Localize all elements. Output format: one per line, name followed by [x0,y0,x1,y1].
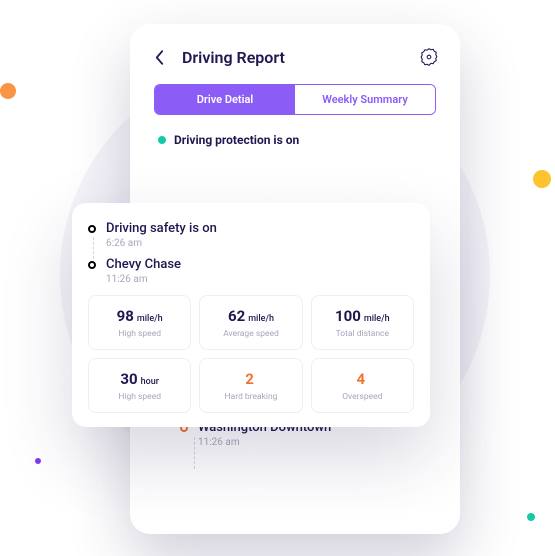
overlay-connector [93,237,94,259]
trip-body: Driving safety is on 6:26 am [106,221,217,249]
metric-label: Hard breaking [206,392,295,402]
metric-hard-breaking: 2 Hard breaking [199,358,302,413]
timeline-connector [194,437,195,469]
metric-overspeed: 4 Overspeed [311,358,414,413]
metric-value: 4 [357,370,366,388]
trip-item[interactable]: Driving safety is on 6:26 am [88,221,414,249]
metric-value: 98 [117,307,134,325]
metric-unit: mile/h [137,314,163,324]
metric-label: Average speed [206,329,295,339]
metric-total-distance: 100mile/h Total distance [311,295,414,350]
decor-dot-orange [0,83,16,99]
trip-name: Chevy Chase [106,257,181,272]
tab-bar: Drive Detial Weekly Summary [154,84,436,115]
metric-label: Overspeed [318,392,407,402]
marker-icon [88,225,96,233]
marker-icon [88,261,96,269]
tab-weekly-summary[interactable]: Weekly Summary [295,85,435,114]
metric-value: 2 [245,370,254,388]
trip-detail-card: Driving safety is on 6:26 am Chevy Chase… [72,203,430,427]
decor-dot-teal [527,513,535,521]
metric-value: 62 [228,307,245,325]
metrics-grid: 98mile/h High speed 62mile/h Average spe… [88,295,414,413]
trip-body: Chevy Chase 11:26 am [106,257,181,285]
protection-label: Driving protection is on [174,133,299,147]
metric-label: High speed [95,329,184,339]
metric-duration: 30 hour High speed [88,358,191,413]
chevron-left-icon [155,50,164,65]
metric-unit: hour [141,377,159,387]
settings-button[interactable] [418,46,440,68]
metric-average-speed: 62mile/h Average speed [199,295,302,350]
metric-unit: mile/h [248,314,274,324]
trip-time: 6:26 am [106,238,217,249]
trip-time: 11:26 am [106,274,181,285]
metric-value: 100 [335,307,361,325]
metric-unit: mile/h [364,314,390,324]
metric-value: 30 [120,370,137,388]
decor-dot-purple [35,458,41,464]
decor-dot-yellow [533,170,551,188]
app-header: Driving Report [150,46,440,68]
timeline-time: 11:26 am [198,437,331,448]
tab-drive-detail[interactable]: Drive Detial [155,85,295,114]
page-title: Driving Report [182,48,404,67]
protection-status: Driving protection is on [158,133,432,147]
metric-label: Total distance [318,329,407,339]
metric-high-speed: 98mile/h High speed [88,295,191,350]
trip-item[interactable]: Chevy Chase 11:26 am [88,257,414,285]
metric-label: High speed [95,392,184,402]
status-dot-icon [158,136,166,144]
trip-name: Driving safety is on [106,221,217,236]
back-button[interactable] [150,48,168,66]
gear-icon [419,47,439,67]
